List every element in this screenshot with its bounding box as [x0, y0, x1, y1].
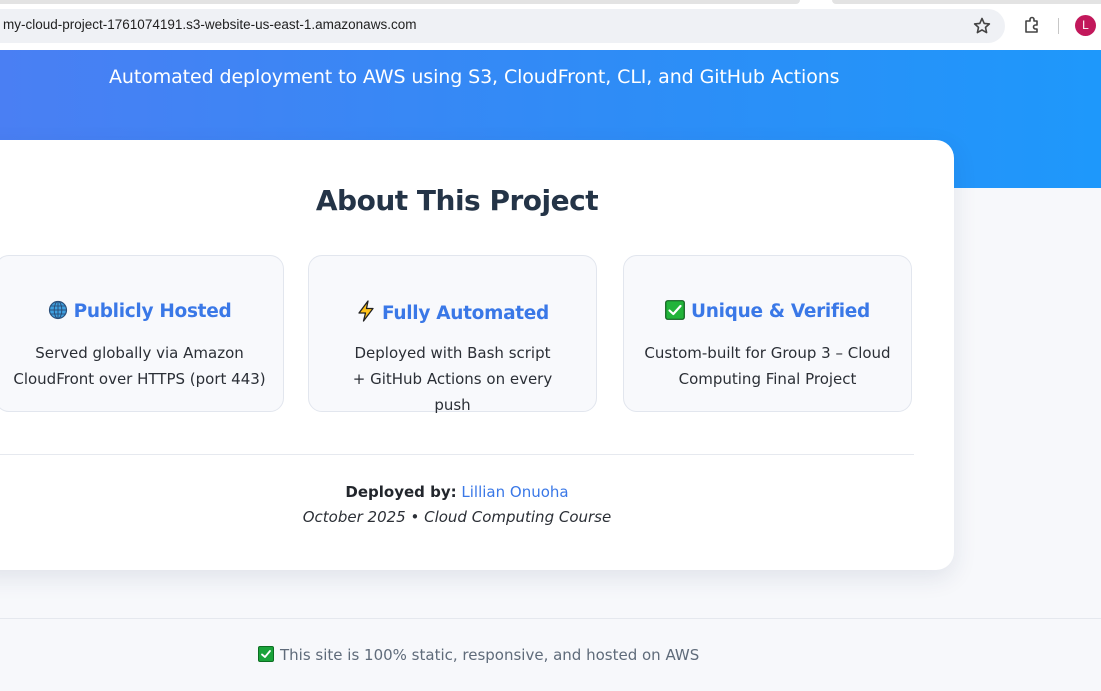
address-bar-url[interactable]: my-cloud-project-1761074191.s3-website-u… [3, 17, 416, 32]
feature-description: Deployed with Bash script + GitHub Actio… [352, 344, 553, 414]
bookmark-star-icon[interactable] [971, 15, 993, 37]
feature-title-text: Publicly Hosted [73, 301, 232, 322]
feature-card-automation: Fully Automated Deployed with Bash scrip… [308, 255, 597, 414]
feature-title: Unique & Verified [624, 300, 911, 325]
profile-avatar[interactable]: L [1075, 15, 1096, 36]
footer-divider [0, 618, 1101, 619]
card-divider [0, 454, 914, 455]
footer-text: This site is 100% static, responsive, an… [280, 646, 700, 664]
feature-description: Custom-built for Group 3 – Cloud Computi… [644, 344, 891, 388]
deployed-by-label: Deployed by: [345, 483, 457, 501]
feature-card-hosting: Publicly Hosted Served globally via Amaz… [0, 255, 284, 412]
browser-toolbar: my-cloud-project-1761074191.s3-website-u… [0, 0, 1101, 50]
toolbar-separator [1058, 18, 1059, 34]
extensions-puzzle-icon[interactable] [1021, 14, 1043, 36]
course-date-line: October 2025 • Cloud Computing Course [302, 508, 612, 526]
footer-note: This site is 100% static, responsive, an… [258, 646, 699, 664]
feature-title-text: Unique & Verified [691, 301, 870, 322]
author-link[interactable]: Lillian Onuoha [461, 483, 568, 501]
deployed-by-line: Deployed by: Lillian Onuoha [0, 483, 914, 501]
feature-title-text: Fully Automated [381, 303, 549, 324]
checkmark-icon [258, 646, 274, 662]
feature-card-verified: Unique & Verified Custom-built for Group… [623, 255, 912, 412]
tab-strip-left [0, 0, 800, 4]
lightning-icon [356, 300, 376, 327]
tab-strip-right [832, 0, 1101, 4]
section-title: About This Project [315, 184, 599, 217]
globe-icon [48, 300, 68, 325]
checkmark-icon [665, 300, 685, 325]
feature-description: Served globally via Amazon CloudFront ov… [13, 344, 266, 388]
feature-title: Fully Automated [309, 300, 596, 327]
feature-title: Publicly Hosted [0, 300, 283, 325]
hero-subtitle: Automated deployment to AWS using S3, Cl… [109, 66, 840, 88]
about-card: About This Project Publicly Hosted Serve… [0, 140, 954, 570]
